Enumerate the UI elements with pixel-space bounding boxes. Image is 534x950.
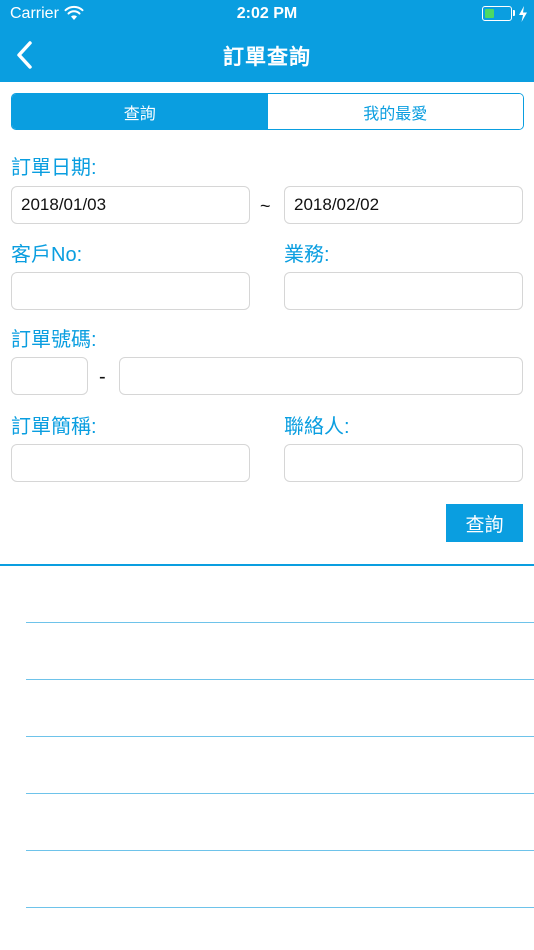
- customer-no-label: 客戶No:: [11, 244, 83, 266]
- nav-bar: 訂單查詢: [0, 28, 534, 82]
- results-divider: [0, 564, 534, 566]
- tab-query[interactable]: 查詢: [12, 94, 268, 129]
- order-no-separator: -: [99, 366, 106, 388]
- contact-field[interactable]: [284, 444, 523, 482]
- result-row-divider: [26, 907, 534, 908]
- order-short-name-label: 訂單簡稱:: [11, 416, 97, 438]
- customer-no-field[interactable]: [11, 272, 250, 310]
- sales-field[interactable]: [284, 272, 523, 310]
- order-date-label: 訂單日期:: [11, 157, 97, 179]
- order-no-prefix-field[interactable]: [11, 357, 88, 395]
- contact-label: 聯絡人:: [284, 416, 350, 438]
- battery-level-fill: [484, 8, 495, 18]
- tab-favorites[interactable]: 我的最愛: [267, 94, 523, 129]
- result-row-divider: [26, 622, 534, 623]
- page-title: 訂單查詢: [223, 46, 311, 69]
- clock: 2:02 PM: [236, 5, 298, 22]
- order-no-label: 訂單號碼:: [11, 329, 97, 351]
- order-no-field[interactable]: [119, 357, 523, 395]
- result-row-divider: [26, 793, 534, 794]
- order-short-name-field[interactable]: [11, 444, 250, 482]
- status-bar: Carrier 2:02 PM: [0, 0, 534, 28]
- battery-nub: [513, 10, 515, 16]
- charging-bolt-icon: [519, 6, 527, 22]
- result-row-divider: [26, 679, 534, 680]
- date-range-separator: ~: [260, 196, 271, 216]
- segmented-control: 查詢 我的最愛: [11, 93, 524, 130]
- date-from-field[interactable]: 2018/01/03: [11, 186, 250, 224]
- date-to-field[interactable]: 2018/02/02: [284, 186, 523, 224]
- sales-label: 業務:: [284, 244, 330, 266]
- query-button[interactable]: 查詢: [446, 504, 523, 542]
- result-row-divider: [26, 736, 534, 737]
- battery-icon: [482, 6, 512, 21]
- result-row-divider: [26, 850, 534, 851]
